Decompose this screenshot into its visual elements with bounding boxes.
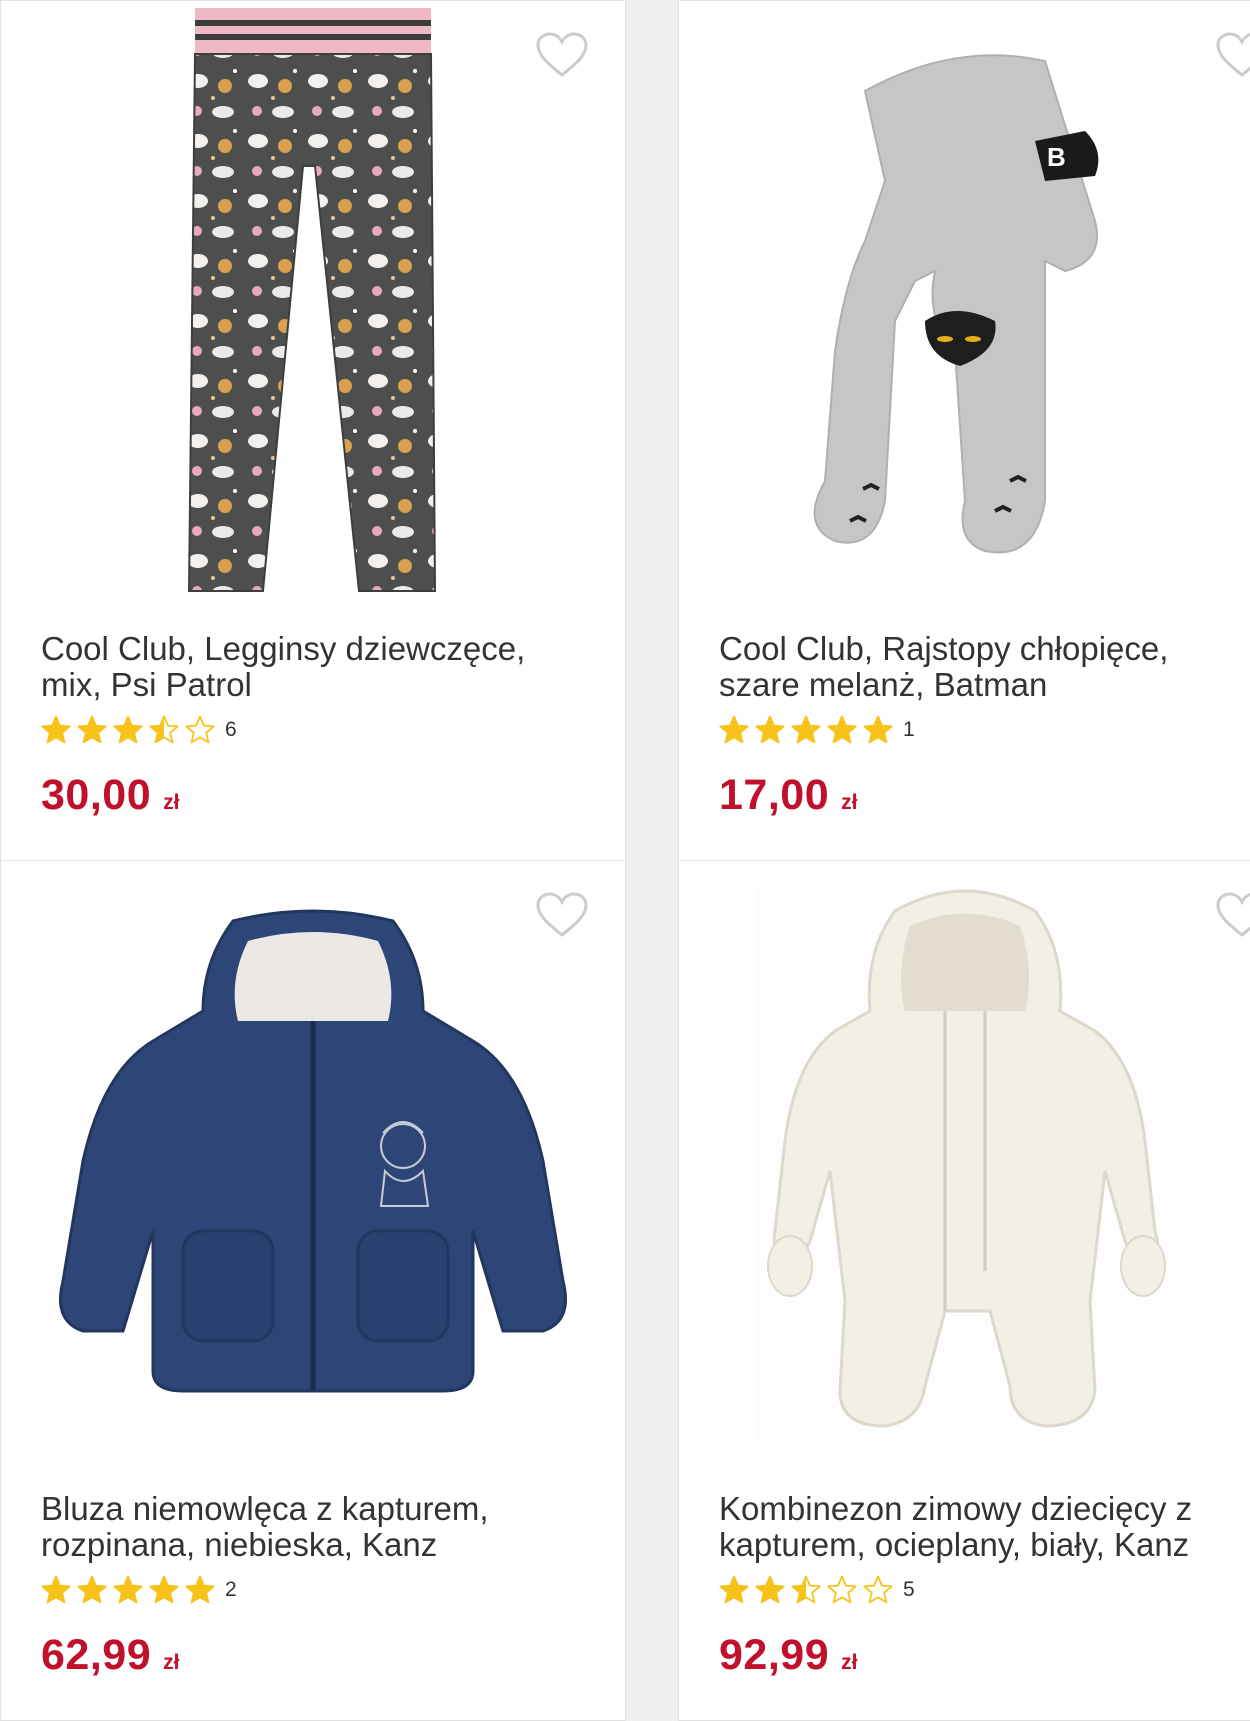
rating-count: 6: [225, 718, 237, 741]
price-value: 62,99: [41, 1631, 152, 1679]
star-filled-icon: [113, 1575, 143, 1604]
hoodie-image: [59, 909, 567, 1393]
product-image[interactable]: [1, 861, 625, 1461]
rating-stars: 5: [719, 1573, 915, 1607]
heart-outline-icon[interactable]: [535, 891, 589, 939]
product-card[interactable]: B Cool Club, Rajstopy chłopięce, szare m…: [678, 0, 1250, 862]
star-filled-icon: [149, 1575, 179, 1604]
stars: [719, 1575, 899, 1605]
rating-stars: 1: [719, 713, 915, 747]
star-filled-icon: [827, 715, 857, 744]
product-price: 17,00 zł: [719, 771, 857, 820]
star-filled-icon: [185, 1575, 215, 1604]
stars: [41, 1575, 221, 1605]
price-currency: zł: [163, 1651, 180, 1674]
star-empty-icon: [185, 715, 215, 744]
price-value: 17,00: [719, 771, 830, 819]
star-half-icon: [791, 1575, 821, 1604]
product-image[interactable]: [679, 861, 1250, 1461]
price-value: 30,00: [41, 771, 152, 819]
heart-outline-icon[interactable]: [1215, 891, 1250, 939]
product-card[interactable]: Kombinezon zimowy dziecięcy z kapturem, …: [678, 860, 1250, 1721]
star-filled-icon: [719, 1575, 749, 1604]
price-currency: zł: [841, 791, 858, 814]
rating-stars: 6: [41, 713, 237, 747]
star-filled-icon: [77, 1575, 107, 1604]
rating-count: 2: [225, 1578, 237, 1601]
product-image[interactable]: B: [679, 1, 1250, 601]
star-empty-icon: [827, 1575, 857, 1604]
star-filled-icon: [77, 715, 107, 744]
product-title[interactable]: Cool Club, Rajstopy chłopięce, szare mel…: [719, 631, 1239, 703]
product-title[interactable]: Bluza niemowlęca z kapturem, rozpinana, …: [41, 1491, 561, 1563]
star-empty-icon: [863, 1575, 893, 1604]
rating-count: 1: [903, 718, 915, 741]
heart-outline-icon[interactable]: [1215, 31, 1250, 79]
svg-text:B: B: [1047, 142, 1066, 172]
star-filled-icon: [755, 1575, 785, 1604]
stars: [41, 715, 221, 745]
product-card[interactable]: Cool Club, Legginsy dziewczęce, mix, Psi…: [0, 0, 626, 862]
snowsuit-image: [754, 881, 1175, 1441]
product-grid: Cool Club, Legginsy dziewczęce, mix, Psi…: [0, 0, 1250, 1721]
heart-outline-icon[interactable]: [535, 31, 589, 79]
price-value: 92,99: [719, 1631, 830, 1679]
product-image[interactable]: [1, 1, 625, 601]
price-currency: zł: [163, 791, 180, 814]
product-price: 92,99 zł: [719, 1631, 857, 1680]
price-currency: zł: [841, 1651, 858, 1674]
star-filled-icon: [113, 715, 143, 744]
product-price: 62,99 zł: [41, 1631, 179, 1680]
product-title[interactable]: Kombinezon zimowy dziecięcy z kapturem, …: [719, 1491, 1239, 1563]
rating-count: 5: [903, 1578, 915, 1601]
product-card[interactable]: Bluza niemowlęca z kapturem, rozpinana, …: [0, 860, 626, 1721]
star-filled-icon: [41, 715, 71, 744]
tights-image: B: [813, 54, 1098, 554]
star-filled-icon: [863, 715, 893, 744]
star-filled-icon: [41, 1575, 71, 1604]
product-title[interactable]: Cool Club, Legginsy dziewczęce, mix, Psi…: [41, 631, 561, 703]
star-filled-icon: [719, 715, 749, 744]
leggings-image: [187, 8, 437, 592]
stars: [719, 715, 899, 745]
star-filled-icon: [791, 715, 821, 744]
star-filled-icon: [755, 715, 785, 744]
rating-stars: 2: [41, 1573, 237, 1607]
star-half-icon: [149, 715, 179, 744]
product-price: 30,00 zł: [41, 771, 179, 820]
